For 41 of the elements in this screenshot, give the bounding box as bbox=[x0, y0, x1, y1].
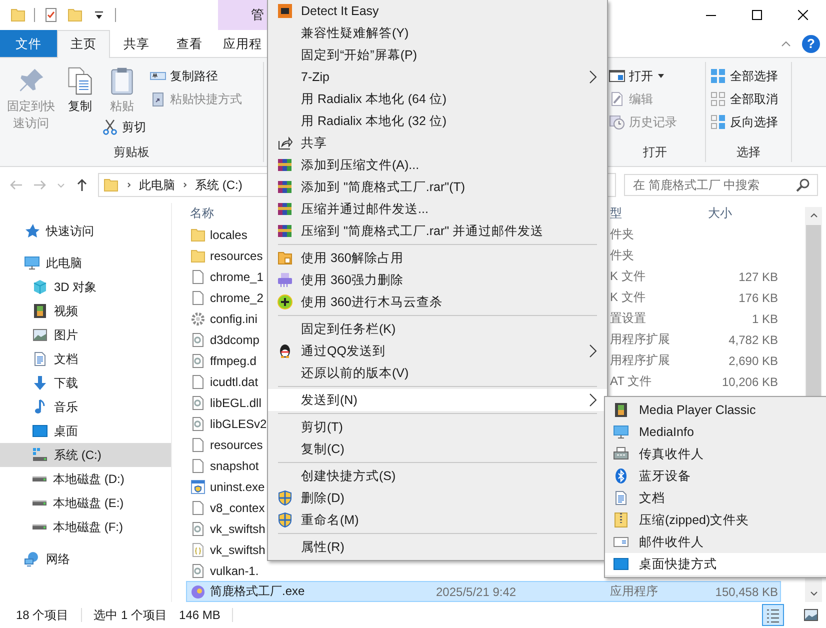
file-type: 应用程序 bbox=[610, 584, 658, 598]
file-size: 127 KB bbox=[738, 270, 778, 284]
file-name: libGLESv2 bbox=[210, 416, 267, 430]
file-type: 置设置 bbox=[610, 311, 646, 325]
file-name: vulkan-1. bbox=[210, 564, 259, 578]
file-name: resources bbox=[210, 438, 263, 452]
file-name: libEGL.dll bbox=[210, 396, 262, 410]
file-size: 2,690 KB bbox=[728, 354, 778, 368]
file-name: snapshot bbox=[210, 458, 259, 472]
file-size: 176 KB bbox=[738, 290, 778, 304]
file-name: locales bbox=[210, 228, 248, 242]
group-label: 打开 bbox=[642, 144, 668, 161]
file-name: icudtl.dat bbox=[210, 374, 258, 388]
file-name: d3dcomp bbox=[210, 332, 260, 346]
file-name: uninst.exe bbox=[210, 480, 265, 494]
file-name: resources bbox=[210, 248, 263, 262]
file-name: ffmpeg.d bbox=[210, 354, 256, 368]
file-size: 1 KB bbox=[752, 312, 778, 326]
file-type: K 文件 bbox=[610, 269, 646, 283]
file-type: 件夹 bbox=[610, 227, 634, 241]
group-label: 选择 bbox=[736, 144, 762, 161]
file-size: 4,782 KB bbox=[728, 332, 778, 346]
file-name: config.ini bbox=[210, 312, 258, 326]
file-size: 10,206 KB bbox=[722, 374, 778, 388]
file-name: v8_contex bbox=[210, 500, 265, 514]
file-size: 150,458 KB bbox=[715, 584, 778, 598]
file-type: AT 文件 bbox=[610, 374, 652, 388]
group-label: 剪贴板 bbox=[112, 144, 150, 161]
file-type: 用程序扩展 bbox=[610, 353, 670, 367]
file-type: 件夹 bbox=[610, 248, 634, 262]
file-date: 2025/5/21 9:42 bbox=[436, 584, 516, 598]
file-name: 简鹿格式工厂.exe bbox=[210, 583, 305, 600]
file-name: chrome_1 bbox=[210, 270, 264, 284]
item-count: 18 个项目 bbox=[16, 606, 69, 624]
file-type: K 文件 bbox=[610, 290, 646, 304]
file-name: vk_swiftsh bbox=[210, 522, 266, 536]
selection-size: 146 MB bbox=[179, 608, 220, 622]
file-name: vk_swiftsh bbox=[210, 542, 266, 556]
file-type: 用程序扩展 bbox=[610, 332, 670, 346]
file-name: chrome_2 bbox=[210, 290, 264, 304]
selection-count: 选中 1 个项目 bbox=[94, 606, 168, 624]
